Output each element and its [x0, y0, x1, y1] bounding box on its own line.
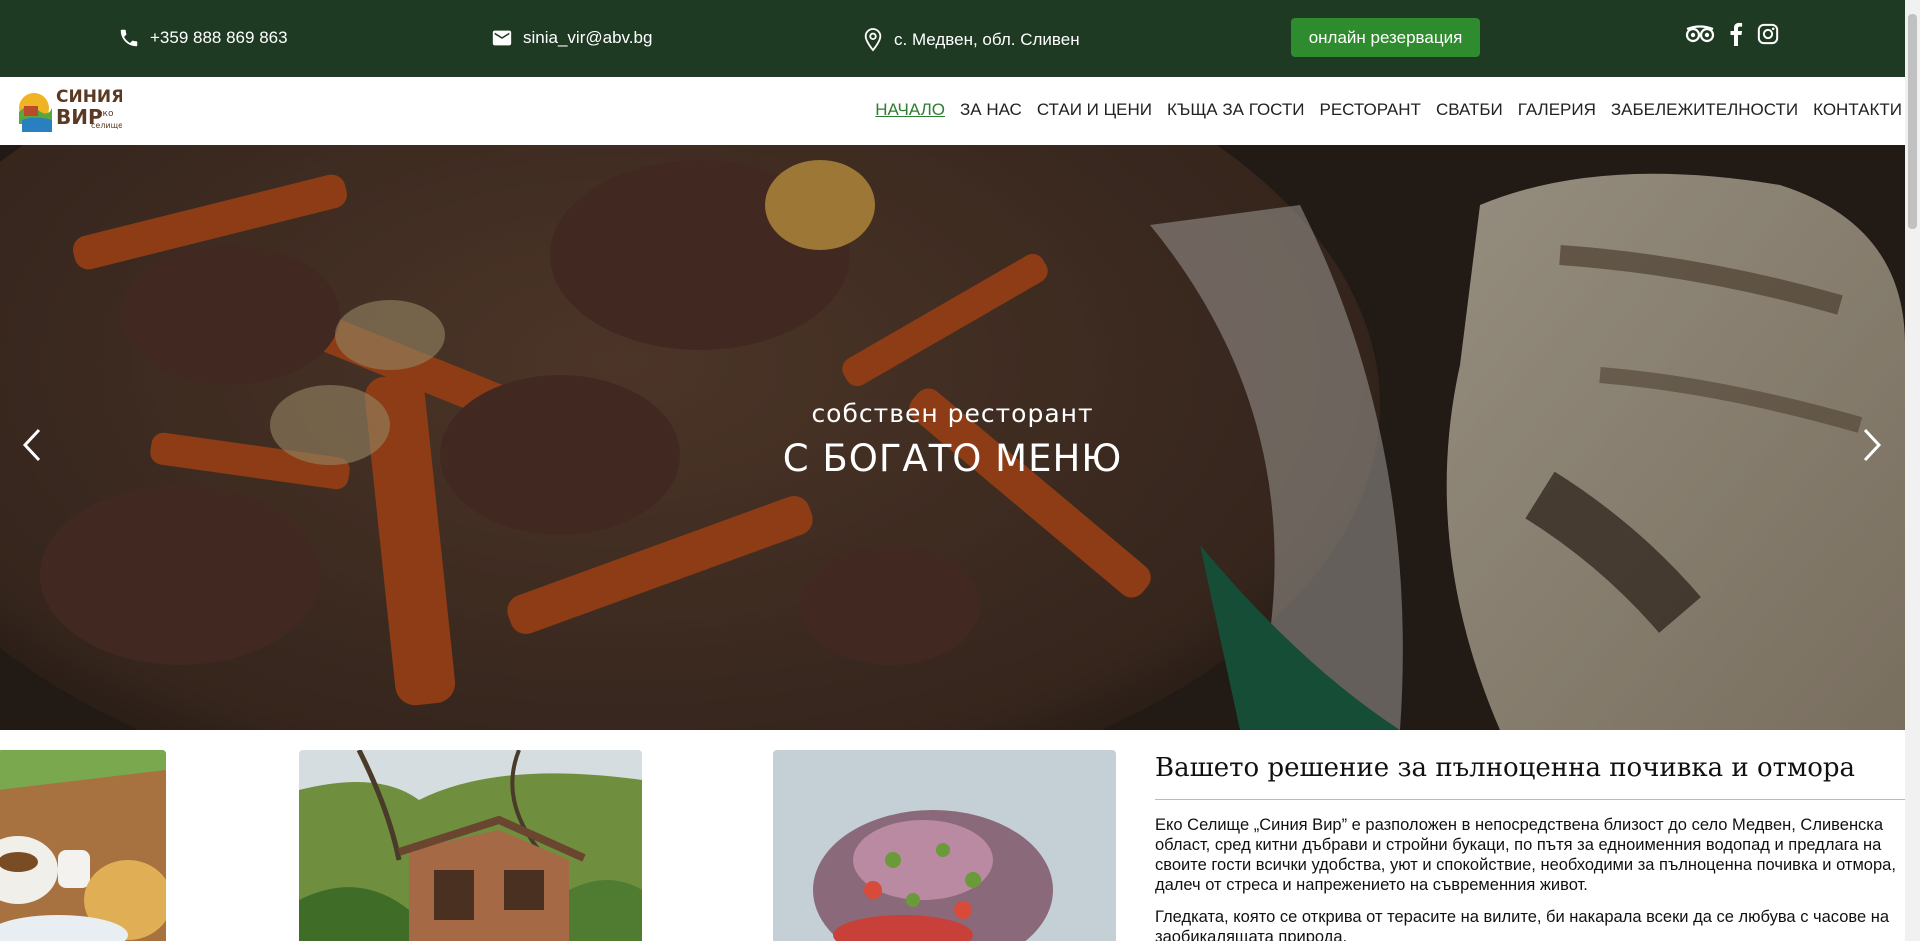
page-scrollbar[interactable] — [1905, 0, 1920, 941]
about-section: Вашето решение за пълноценна почивка и о… — [1155, 750, 1905, 941]
logo-image: СИНИЯ ВИР еко селище — [19, 87, 124, 132]
nav-item-landmarks[interactable]: ЗАБЕЛЕЖИТЕЛНОСТИ — [1611, 100, 1798, 120]
nav-item-contacts[interactable]: КОНТАКТИ — [1813, 100, 1902, 120]
location-text: с. Медвен, обл. Сливен — [894, 30, 1080, 49]
phone-number: +359 888 869 863 — [150, 28, 288, 47]
logo-text-tag2: селище — [91, 121, 122, 130]
email-contact[interactable]: sinia_vir@abv.bg — [491, 27, 652, 49]
mail-icon — [492, 30, 512, 46]
about-paragraph-1: Еко Селище „Синия Вир” е разположен в не… — [1155, 816, 1896, 894]
slider-prev-button[interactable] — [12, 425, 52, 465]
logo-text-line1: СИНИЯ — [56, 87, 122, 107]
nav-item-guesthouse[interactable]: КЪЩА ЗА ГОСТИ — [1167, 100, 1304, 120]
facebook-icon[interactable] — [1729, 22, 1743, 46]
phone-contact[interactable]: +359 888 869 863 — [118, 27, 288, 49]
nav-item-about[interactable]: ЗА НАС — [960, 100, 1022, 120]
breakfast-image — [0, 750, 166, 941]
nav-item-gallery[interactable]: ГАЛЕРИЯ — [1518, 100, 1596, 120]
main-menu: НАЧАЛО ЗА НАС СТАИ И ЦЕНИ КЪЩА ЗА ГОСТИ … — [875, 100, 1902, 120]
nav-item-home[interactable]: НАЧАЛО — [875, 100, 945, 120]
slider-next-button[interactable] — [1852, 425, 1892, 465]
nav-item-restaurant[interactable]: РЕСТОРАНТ — [1320, 100, 1421, 120]
instagram-icon[interactable] — [1757, 23, 1779, 45]
online-reservation-button[interactable]: онлайн резервация — [1291, 18, 1480, 57]
tripadvisor-icon[interactable] — [1685, 24, 1715, 44]
email-address: sinia_vir@abv.bg — [523, 28, 653, 47]
hero-title: С БОГАТО МЕНЮ — [782, 437, 1123, 480]
chevron-left-icon — [22, 428, 41, 462]
phone-icon — [120, 29, 138, 47]
nav-item-weddings[interactable]: СВАТБИ — [1436, 100, 1503, 120]
about-heading: Вашето решение за пълноценна почивка и о… — [1155, 753, 1905, 800]
hero-subtitle: собствен ресторант — [811, 399, 1094, 428]
location-contact[interactable]: с. Медвен, обл. Сливен — [862, 27, 1080, 53]
guesthouse-image — [299, 750, 642, 941]
logo-text-tag1: еко — [97, 109, 114, 119]
nav-item-rooms[interactable]: СТАИ И ЦЕНИ — [1037, 100, 1152, 120]
hero-slider: собствен ресторант С БОГАТО МЕНЮ — [0, 145, 1905, 730]
top-bar: +359 888 869 863 sinia_vir@abv.bg с. Мед… — [0, 0, 1905, 77]
site-logo[interactable]: СИНИЯ ВИР еко селище — [18, 82, 124, 134]
chevron-right-icon — [1863, 428, 1882, 462]
scrollbar-thumb[interactable] — [1908, 14, 1917, 229]
social-links — [1685, 22, 1779, 46]
about-paragraph-2: Гледката, която се открива от терасите н… — [1155, 908, 1890, 941]
photo-salad[interactable] — [773, 750, 1116, 941]
map-pin-icon — [864, 28, 882, 52]
photo-guesthouse[interactable] — [299, 750, 642, 941]
photo-breakfast[interactable] — [0, 750, 166, 941]
salad-image — [773, 750, 1116, 941]
